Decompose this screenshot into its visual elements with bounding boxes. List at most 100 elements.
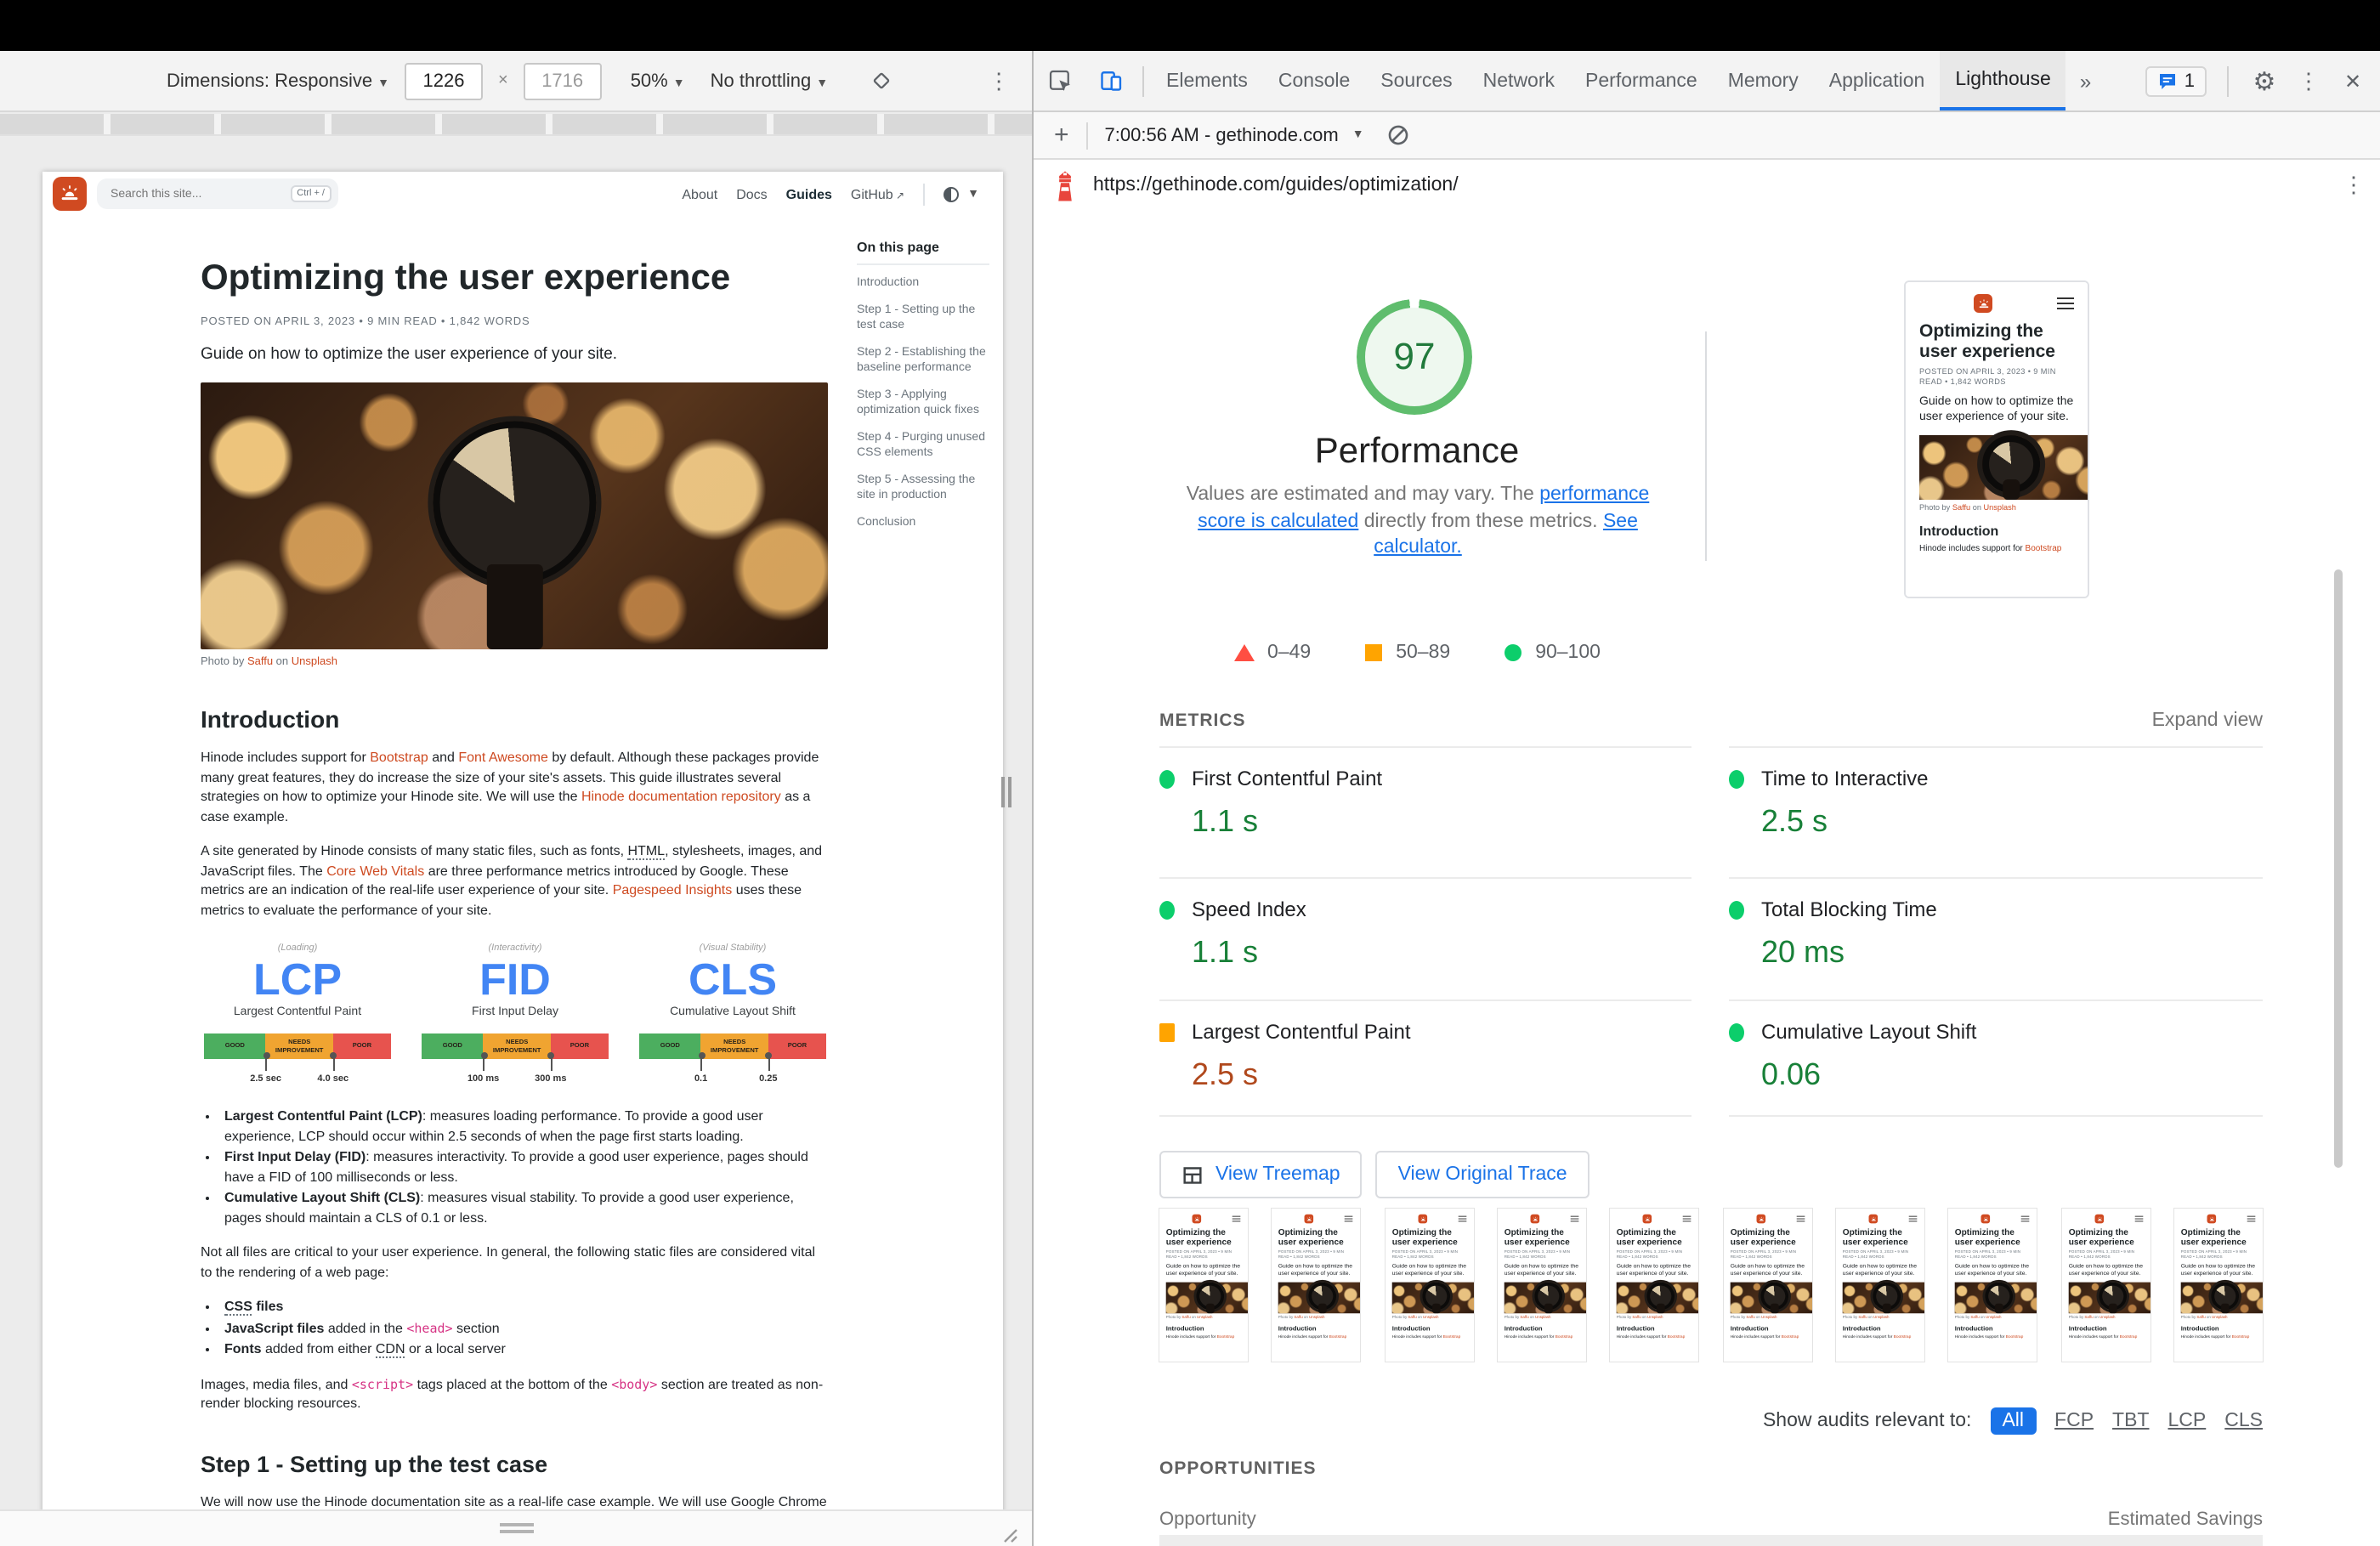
mini-intro-heading: Introduction <box>1843 1325 1918 1333</box>
mini-article-image <box>1955 1283 2037 1314</box>
toc-item[interactable]: Conclusion <box>857 514 989 530</box>
view-treemap-button[interactable]: View Treemap <box>1159 1151 1363 1198</box>
mini-article-title: Optimizing the user experience <box>1617 1228 1692 1247</box>
toc-item[interactable]: Step 2 - Establishing the baseline perfo… <box>857 344 989 377</box>
search-input[interactable] <box>110 188 264 200</box>
mini-photo-caption: Photo by Saffu on Unsplash <box>1955 1315 2031 1319</box>
mini-photo-caption: Photo by Saffu on Unsplash <box>1919 503 2076 512</box>
device-toolbar-toggle-icon[interactable] <box>1085 51 1136 110</box>
tab-console[interactable]: Console <box>1263 51 1365 110</box>
mini-page-thumbnail: Optimizing the user experience POSTED ON… <box>1272 1209 1361 1361</box>
nav-link-guides[interactable]: Guides <box>786 186 832 201</box>
page-resize-handle[interactable] <box>500 1523 534 1537</box>
tab-elements[interactable]: Elements <box>1151 51 1263 110</box>
tab-performance[interactable]: Performance <box>1570 51 1713 110</box>
metric-status-icon <box>1729 769 1744 788</box>
panel-split-handle[interactable] <box>1001 777 1015 807</box>
report-session-dropdown[interactable]: 7:00:56 AM - gethinode.com▼ <box>1105 125 1364 145</box>
nav-link-github[interactable]: GitHub ↗ <box>851 186 904 201</box>
audit-filter-all[interactable]: All <box>1990 1407 2036 1435</box>
viewport-height-input[interactable] <box>524 62 602 99</box>
mini-intro-heading: Introduction <box>1955 1325 2031 1333</box>
device-viewport-area: Ctrl + / About Docs Guides GitHub ↗ ▼ Op… <box>0 136 1032 1546</box>
mini-article-title: Optimizing the user experience <box>2068 1228 2144 1247</box>
filmstrip-thumbnail: Optimizing the user experience POSTED ON… <box>1498 1209 1586 1362</box>
corner-resize-handle[interactable] <box>1000 1521 1020 1542</box>
rotate-icon[interactable] <box>867 67 894 94</box>
mini-page-thumbnail: Optimizing the user experience POSTED ON… <box>1385 1209 1473 1361</box>
device-toolbar-menu-icon[interactable]: ⋮ <box>988 67 1010 94</box>
audit-filter-tbt[interactable]: TBT <box>2112 1411 2149 1431</box>
audit-filter-label: Show audits relevant to: <box>1763 1411 1972 1431</box>
devtools-tab-bar: Elements Console Sources Network Perform… <box>1034 51 2380 112</box>
tab-application[interactable]: Application <box>1814 51 1941 110</box>
metric-name: First Contentful Paint <box>1192 767 1382 790</box>
summary-divider <box>1705 331 1707 561</box>
mini-article-meta: POSTED ON APRIL 3, 2023 • 9 MIN READ • 1… <box>1919 367 2076 388</box>
mini-hamburger-icon <box>1458 1216 1466 1224</box>
filmstrip-thumbnail: Optimizing the user experience POSTED ON… <box>1949 1209 2037 1362</box>
toc-item[interactable]: Introduction <box>857 275 989 292</box>
mini-intro-text: Hinode includes support for Bootstrap an… <box>1278 1334 1354 1340</box>
devtools-menu-icon[interactable]: ⋮ <box>2293 67 2324 94</box>
zoom-dropdown[interactable]: 50%▼ <box>631 71 685 91</box>
tab-memory[interactable]: Memory <box>1713 51 1814 110</box>
mini-article-lead: Guide on how to optimize the user experi… <box>2068 1263 2144 1277</box>
step1-heading: Step 1 - Setting up the test case <box>201 1451 828 1476</box>
theme-toggle-button[interactable]: ▼ <box>944 186 979 201</box>
nav-link-docs[interactable]: Docs <box>736 186 767 201</box>
intro-heading: Introduction <box>201 705 828 733</box>
inspect-element-icon[interactable] <box>1034 51 1085 110</box>
site-navbar: Ctrl + / About Docs Guides GitHub ↗ ▼ <box>42 172 1003 216</box>
score-gauge[interactable]: 97 <box>1365 308 1464 406</box>
audit-filter-fcp[interactable]: FCP <box>2054 1411 2094 1431</box>
toc-item[interactable]: Step 4 - Purging unused CSS elements <box>857 429 989 462</box>
site-page: Ctrl + / About Docs Guides GitHub ↗ ▼ Op… <box>42 172 1003 1546</box>
report-scrollbar[interactable] <box>2334 569 2342 1168</box>
toc-title: On this page <box>857 240 989 265</box>
legend-label: 90–100 <box>1535 643 1601 663</box>
mini-page-thumbnail: Optimizing the user experience POSTED ON… <box>2061 1209 2150 1361</box>
metric-value: 2.5 s <box>1192 1057 1692 1093</box>
site-search-box[interactable]: Ctrl + / <box>97 178 338 209</box>
metrics-section-title: METRICS <box>1159 711 1246 731</box>
nonblocking-paragraph: Images, media files, and <script> tags p… <box>201 1374 828 1413</box>
tab-lighthouse[interactable]: Lighthouse <box>1940 51 2066 110</box>
view-original-trace-button[interactable]: View Original Trace <box>1376 1151 1590 1198</box>
score-disclaimer: Values are estimated and may vary. The p… <box>1175 483 1661 562</box>
more-tabs-icon[interactable]: » <box>2066 51 2105 110</box>
external-link-icon: ↗ <box>893 191 904 201</box>
close-devtools-icon[interactable]: ✕ <box>2338 69 2368 93</box>
report-menu-icon[interactable]: ⋮ <box>2343 172 2365 199</box>
throttling-dropdown[interactable]: No throttling▼ <box>711 71 829 91</box>
mini-hamburger-icon <box>1909 1216 1918 1224</box>
issues-counter[interactable]: 1 <box>2145 65 2207 96</box>
toc-item[interactable]: Step 5 - Assessing the site in productio… <box>857 472 989 504</box>
toc-item[interactable]: Step 3 - Applying optimization quick fix… <box>857 387 989 419</box>
mini-intro-heading: Introduction <box>2068 1325 2144 1333</box>
metric-tbt: Total Blocking Time 20 ms <box>1729 877 2263 971</box>
mini-site-logo-icon <box>1981 1215 1991 1224</box>
nav-link-about[interactable]: About <box>682 186 717 201</box>
audit-filter-cls[interactable]: CLS <box>2224 1411 2263 1431</box>
audit-filter-lcp[interactable]: LCP <box>2168 1411 2207 1431</box>
mini-photo-caption: Photo by Saffu on Unsplash <box>1843 1315 1918 1319</box>
viewport-width-input[interactable] <box>405 62 483 99</box>
clear-reports-icon[interactable] <box>1385 122 1412 149</box>
mini-article-meta: POSTED ON APRIL 3, 2023 • 9 MIN READ • 1… <box>1617 1249 1692 1260</box>
article-title: Optimizing the user experience <box>201 258 828 299</box>
tab-network[interactable]: Network <box>1468 51 1570 110</box>
issues-icon <box>2157 71 2178 91</box>
settings-gear-icon[interactable]: ⚙ <box>2249 65 2280 96</box>
expand-view-button[interactable]: Expand view <box>2152 711 2263 731</box>
site-logo-icon[interactable] <box>53 177 87 211</box>
mini-intro-heading: Introduction <box>1391 1325 1467 1333</box>
dimensions-dropdown[interactable]: Dimensions: Responsive▼ <box>167 71 389 91</box>
mini-article-title: Optimizing the user experience <box>1955 1228 2031 1247</box>
metric-status-icon <box>1729 1022 1744 1041</box>
mini-intro-text: Hinode includes support for Bootstrap an… <box>1919 544 2076 556</box>
toc-item[interactable]: Step 1 - Setting up the test case <box>857 302 989 334</box>
metric-lcp: Largest Contentful Paint 2.5 s <box>1159 1000 1692 1117</box>
tab-sources[interactable]: Sources <box>1365 51 1467 110</box>
new-report-icon[interactable]: + <box>1054 121 1069 150</box>
